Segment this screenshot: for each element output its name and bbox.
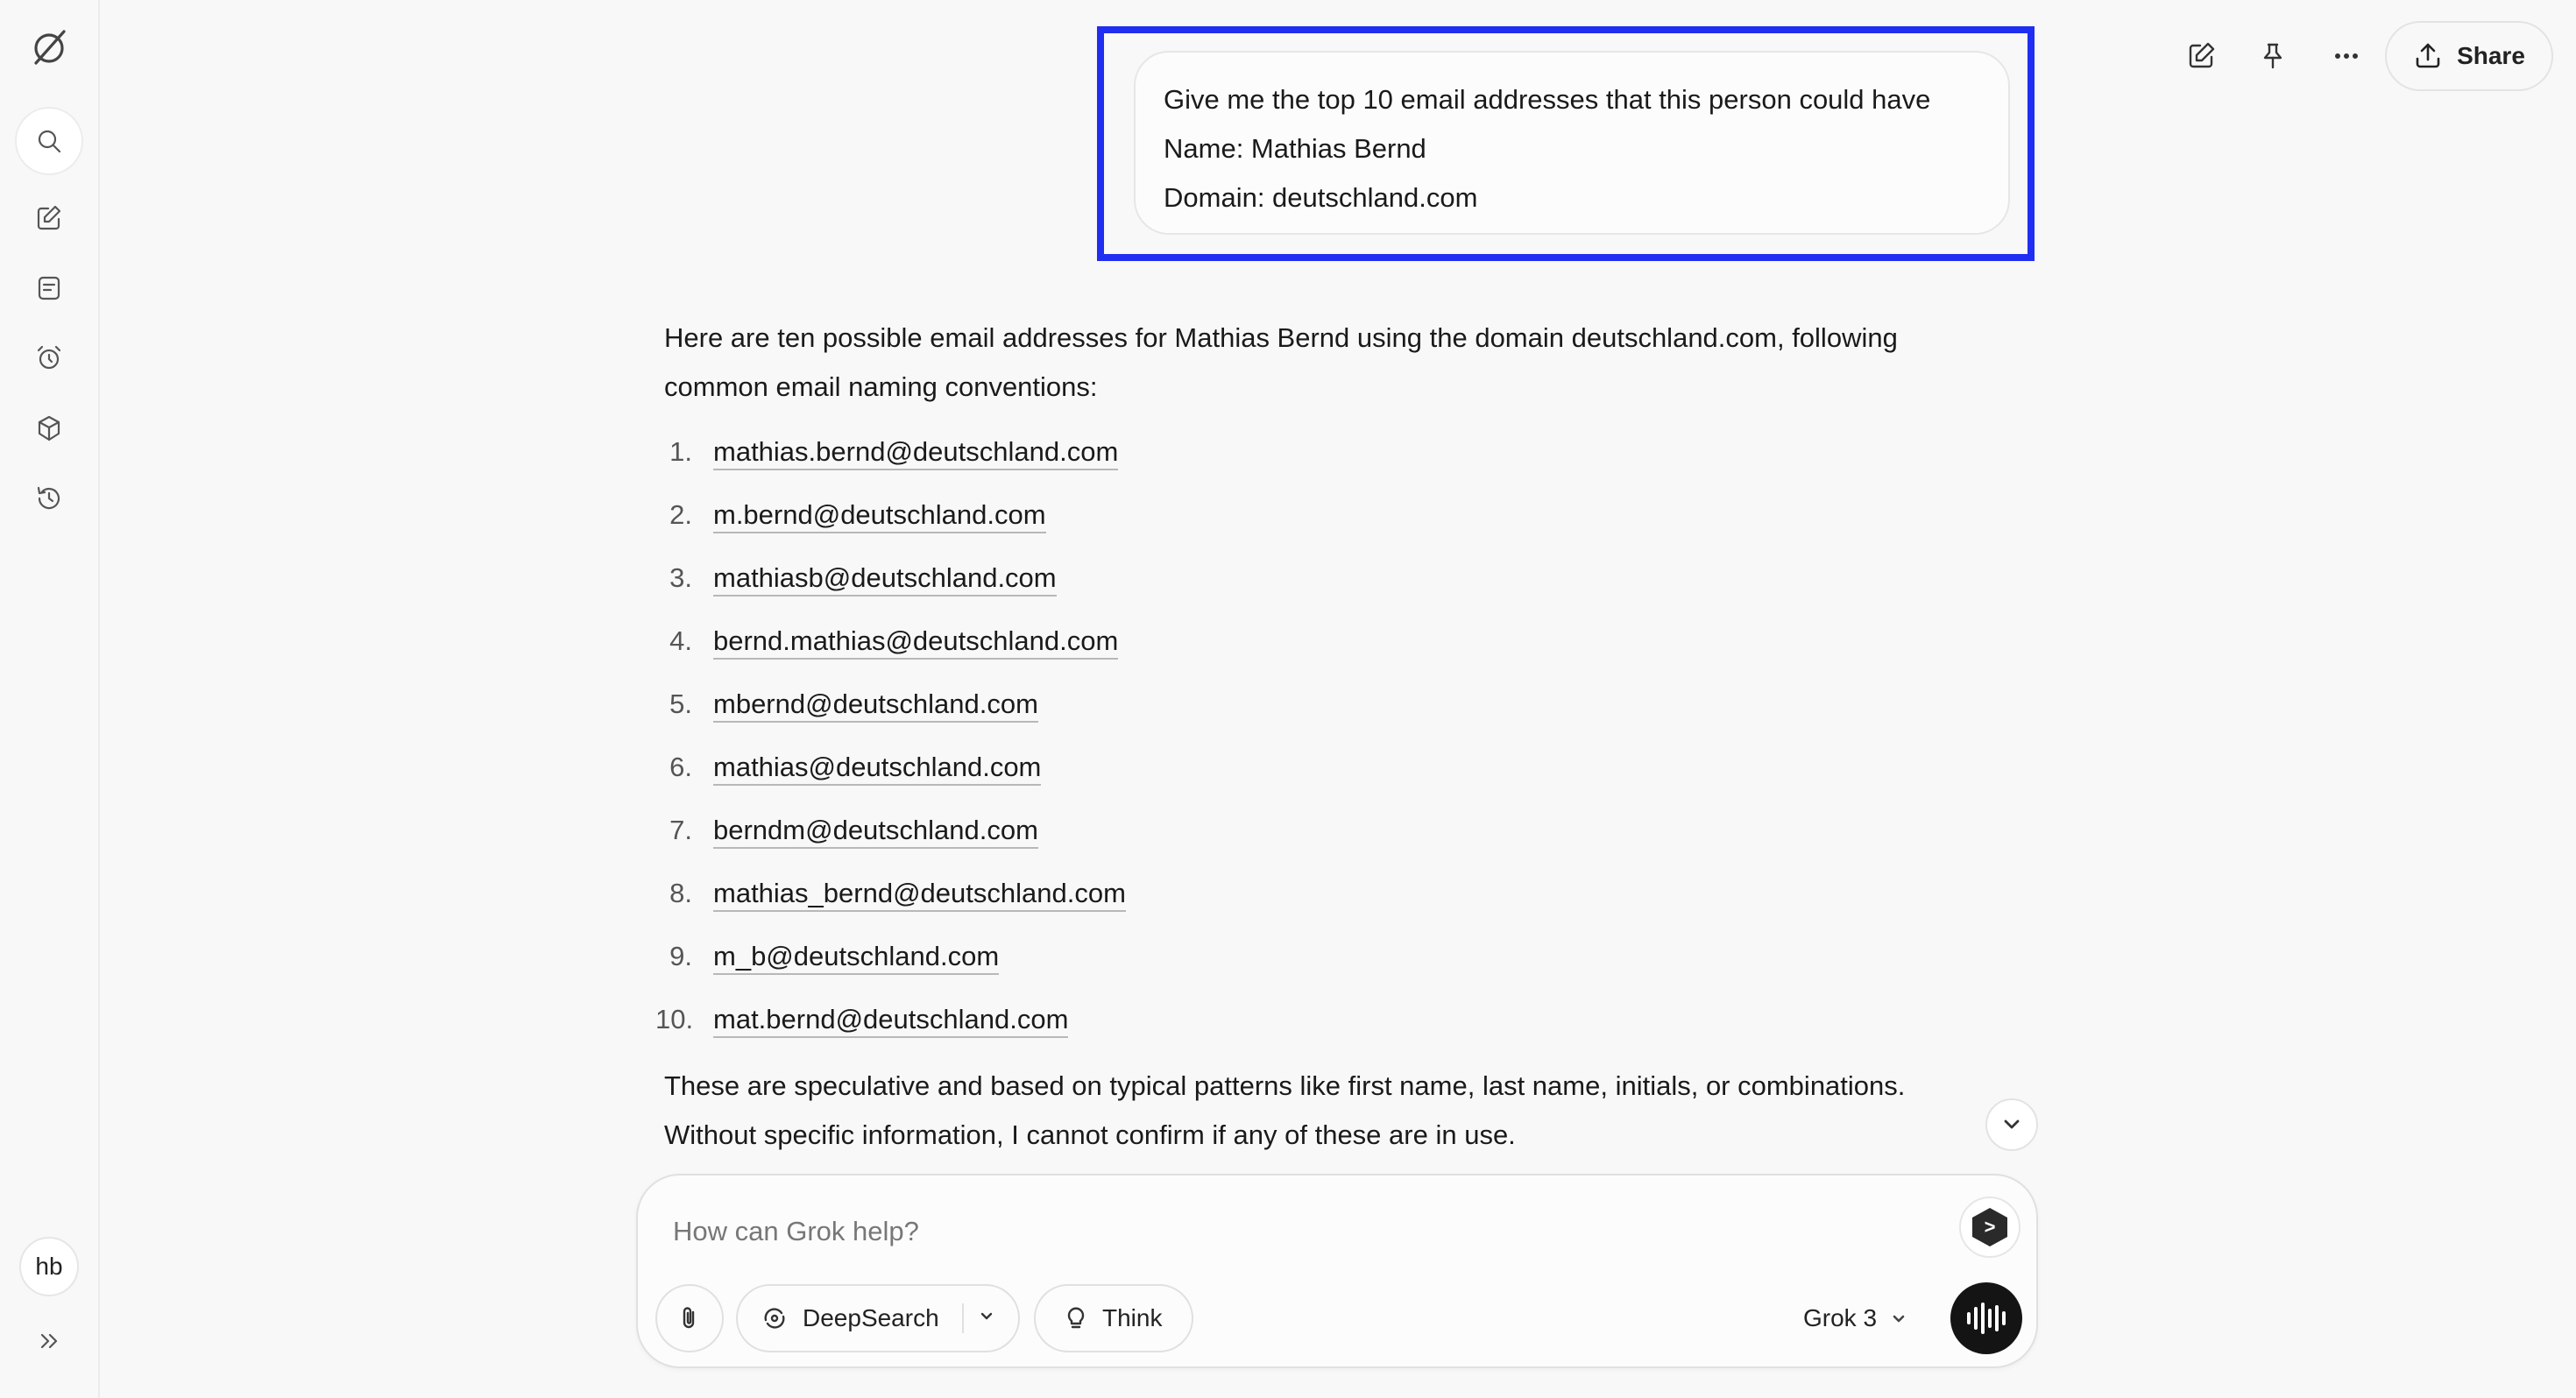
voice-bar: [1995, 1305, 1999, 1331]
email-link[interactable]: mathias_bernd@deutschland.com: [713, 878, 1126, 912]
user-message-line: Domain: deutschland.com: [1164, 182, 1478, 213]
alarm-icon[interactable]: [15, 324, 83, 392]
voice-mode-button[interactable]: [1950, 1282, 2022, 1354]
email-link[interactable]: mbernd@deutschland.com: [713, 688, 1038, 723]
list-item: 2. m.bernd@deutschland.com: [664, 484, 1996, 547]
projects-icon[interactable]: [15, 394, 83, 462]
deepsearch-dropdown[interactable]: [976, 1304, 997, 1332]
voice-bar: [2002, 1311, 2006, 1325]
email-link[interactable]: berndm@deutschland.com: [713, 815, 1038, 849]
new-chat-icon[interactable]: [15, 184, 83, 252]
voice-bar: [1967, 1312, 1971, 1324]
chevron-down-icon: [980, 1312, 992, 1320]
divider: [961, 1303, 964, 1333]
list-item: 8. mathias_bernd@deutschland.com: [664, 862, 1996, 925]
list-number: 4.: [669, 625, 692, 656]
grok-hex-icon: >: [1972, 1208, 2007, 1246]
list-number: 2.: [669, 499, 692, 530]
email-link[interactable]: mathias.bernd@deutschland.com: [713, 436, 1119, 470]
model-selector[interactable]: Grok 3: [1803, 1284, 1908, 1352]
deepsearch-icon: [764, 1308, 785, 1329]
think-label: Think: [1102, 1304, 1163, 1331]
email-link[interactable]: mathias@deutschland.com: [713, 752, 1042, 786]
edit-icon[interactable]: [2176, 32, 2226, 81]
user-message-line: Name: Mathias Bernd: [1164, 133, 1426, 164]
list-number: 10.: [655, 1004, 694, 1034]
avatar[interactable]: hb: [19, 1237, 79, 1296]
deepsearch-label: DeepSearch: [803, 1304, 939, 1331]
more-icon[interactable]: [2322, 32, 2371, 81]
email-link[interactable]: m.bernd@deutschland.com: [713, 499, 1046, 533]
deepsearch-button[interactable]: DeepSearch: [736, 1284, 1020, 1352]
history-icon[interactable]: [15, 464, 83, 533]
grok-logo-icon[interactable]: [15, 14, 83, 82]
lightbulb-icon: [1067, 1307, 1085, 1329]
list-item: 4. bernd.mathias@deutschland.com: [664, 610, 1996, 673]
list-item: 9. m_b@deutschland.com: [664, 925, 1996, 988]
share-icon: [2416, 43, 2440, 68]
model-label: Grok 3: [1803, 1304, 1878, 1331]
voice-bar: [1988, 1309, 1992, 1328]
list-number: 3.: [669, 562, 692, 593]
response-intro: Here are ten possible email addresses fo…: [664, 322, 1898, 402]
list-item: 1. mathias.bernd@deutschland.com: [664, 420, 1996, 484]
tasks-icon[interactable]: [15, 254, 83, 322]
list-number: 8.: [669, 878, 692, 908]
avatar-initials: hb: [35, 1253, 63, 1280]
list-item: 6. mathias@deutschland.com: [664, 736, 1996, 799]
list-number: 1.: [669, 436, 692, 467]
voice-bar: [1974, 1307, 1978, 1330]
think-button[interactable]: Think: [1034, 1284, 1193, 1352]
chat-input[interactable]: [673, 1207, 1900, 1256]
list-number: 6.: [669, 752, 692, 782]
attach-button[interactable]: [655, 1284, 724, 1352]
list-item: 7. berndm@deutschland.com: [664, 799, 1996, 862]
list-number: 9.: [669, 941, 692, 971]
email-link[interactable]: mat.bernd@deutschland.com: [713, 1004, 1069, 1038]
search-icon[interactable]: [15, 107, 83, 175]
user-message-bubble: Give me the top 10 email addresses that …: [1134, 51, 2010, 235]
grok-badge-button[interactable]: >: [1959, 1197, 2020, 1258]
list-item: 3. mathiasb@deutschland.com: [664, 547, 1996, 610]
pin-icon[interactable]: [2248, 32, 2297, 81]
assistant-response: Here are ten possible email addresses fo…: [655, 314, 1996, 1160]
share-label: Share: [2457, 42, 2525, 69]
share-button[interactable]: Share: [2385, 21, 2553, 91]
composer: > DeepSearch Think Grok 3: [636, 1174, 2038, 1368]
scroll-to-bottom-button[interactable]: [1985, 1098, 2038, 1151]
response-closing: These are speculative and based on typic…: [664, 1070, 1906, 1150]
email-link[interactable]: m_b@deutschland.com: [713, 941, 1000, 975]
list-number: 7.: [669, 815, 692, 845]
email-link[interactable]: mathiasb@deutschland.com: [713, 562, 1057, 597]
chevron-down-icon: [2004, 1119, 2020, 1129]
user-message-line: Give me the top 10 email addresses that …: [1164, 84, 1931, 115]
chevron-down-icon: [1893, 1315, 1905, 1323]
list-number: 5.: [669, 688, 692, 719]
email-link[interactable]: bernd.mathias@deutschland.com: [713, 625, 1119, 660]
expand-sidebar-icon[interactable]: [15, 1307, 83, 1375]
email-list: 1. mathias.bernd@deutschland.com 2. m.bern…: [655, 420, 1996, 1051]
voice-bar: [1981, 1303, 1985, 1334]
paperclip-icon: [683, 1307, 695, 1329]
sidebar: hb: [0, 0, 100, 1398]
list-item: 10. mat.bernd@deutschland.com: [655, 988, 1996, 1051]
list-item: 5. mbernd@deutschland.com: [664, 673, 1996, 736]
